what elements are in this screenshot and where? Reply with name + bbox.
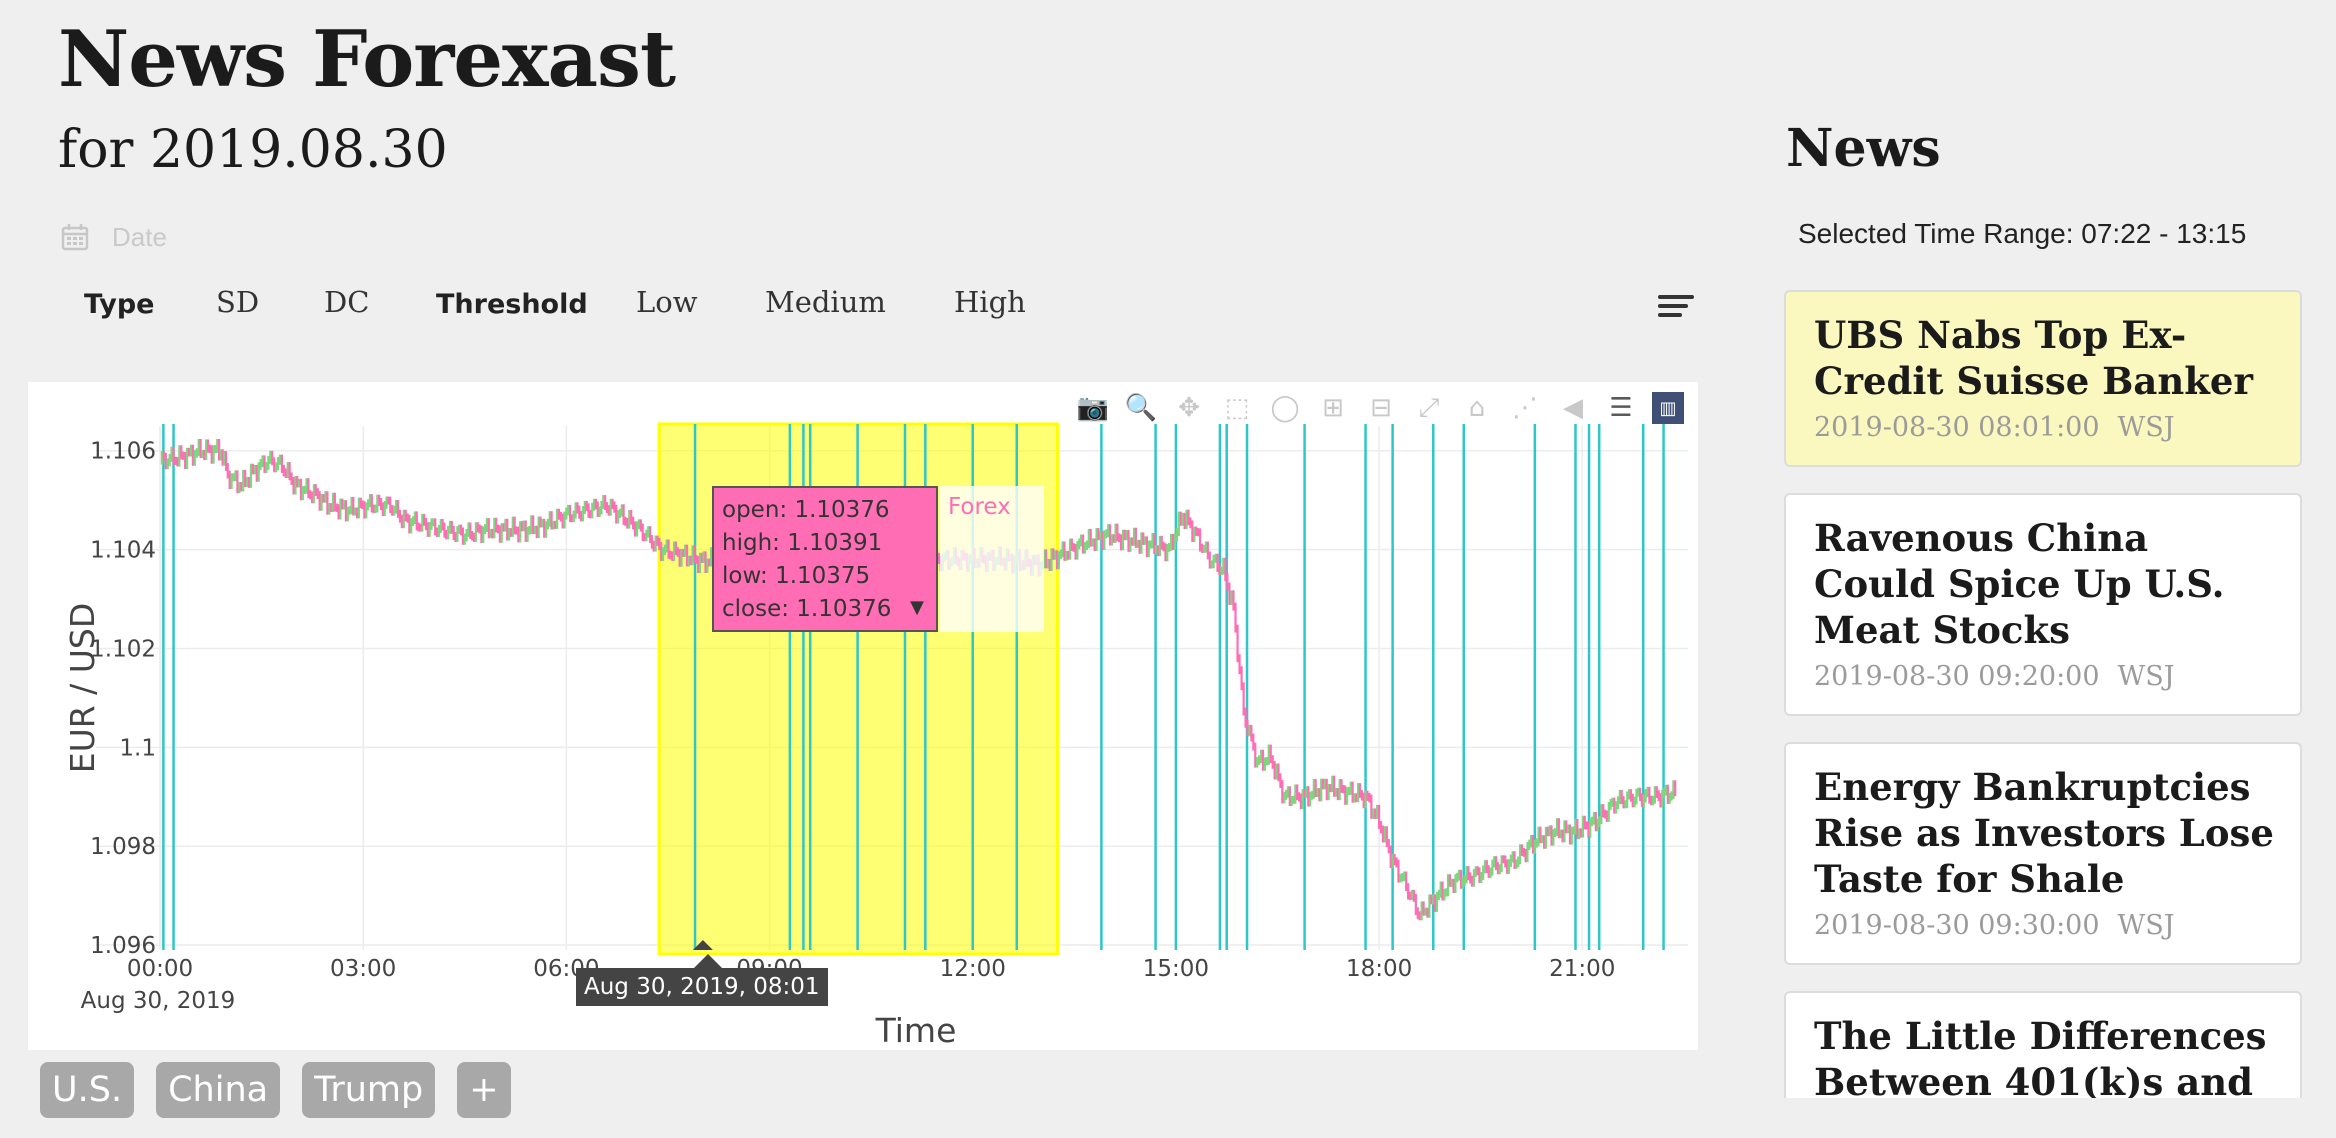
news-list[interactable]: UBS Nabs Top Ex-Credit Suisse Banker 201… bbox=[1784, 290, 2304, 1098]
filter-bar: Type SD DC Threshold Low Medium High bbox=[58, 285, 1698, 337]
filter-high[interactable]: High bbox=[954, 285, 1026, 319]
type-label: Type bbox=[84, 289, 155, 320]
x-hover-label: Aug 30, 2019, 08:01 bbox=[576, 954, 828, 1006]
reset-axes-icon[interactable]: ⌂ bbox=[1460, 391, 1494, 425]
y-tick-label: 1.106 bbox=[90, 439, 156, 465]
news-source: WSJ bbox=[2117, 910, 2175, 941]
x-axis-title: Time bbox=[875, 1011, 957, 1050]
selected-time-range: Selected Time Range: 07:22 - 13:15 bbox=[1798, 218, 2247, 249]
news-title: UBS Nabs Top Ex-Credit Suisse Banker bbox=[1814, 313, 2253, 403]
hover-low: low: 1.10375 bbox=[722, 563, 871, 589]
hover-open: open: 1.10376 bbox=[722, 497, 890, 523]
calendar-icon bbox=[61, 224, 89, 251]
tag-trump[interactable]: Trump bbox=[302, 1062, 436, 1118]
news-header: News bbox=[1786, 118, 1941, 179]
tag-list: U.S. China Trump + bbox=[40, 1062, 511, 1118]
news-source: WSJ bbox=[2117, 661, 2175, 692]
date-picker[interactable]: Date bbox=[60, 218, 167, 256]
spike-lines-icon[interactable]: ⋰ bbox=[1508, 391, 1542, 425]
lasso-select-icon[interactable]: ◯ bbox=[1268, 391, 1302, 425]
add-tag-button[interactable]: + bbox=[457, 1062, 511, 1118]
hover-closest-icon[interactable]: ◀ bbox=[1556, 391, 1590, 425]
x-tick-label: 21:00 bbox=[1549, 956, 1615, 982]
y-tick-label: 1.098 bbox=[90, 834, 156, 860]
zoom-icon[interactable]: 🔍 bbox=[1124, 391, 1158, 425]
news-meta: 2019-08-30 08:01:00 WSJ bbox=[1814, 412, 2274, 443]
chart-modebar: 📷 🔍 ✥ ⬚ ◯ ⊞ ⊟ ⤢ ⌂ ⋰ ◀ ☰ ▥ bbox=[1076, 390, 1684, 426]
hover-tooltip: open: 1.10376 high: 1.10391 low: 1.10375… bbox=[712, 486, 938, 632]
hover-high: high: 1.10391 bbox=[722, 530, 883, 556]
y-tick-label: 1.104 bbox=[90, 538, 156, 564]
news-source: WSJ bbox=[2117, 412, 2175, 443]
news-title: Ravenous China Could Spice Up U.S. Meat … bbox=[1814, 516, 2225, 652]
x-tick-label: 18:00 bbox=[1346, 956, 1412, 982]
price-chart[interactable]: 1.096 1.098 1.1 1.102 1.104 1.106 00:00 03:00 06… bbox=[28, 382, 1698, 1050]
y-axis-title: EUR / USD bbox=[63, 603, 102, 774]
zoom-out-icon[interactable]: ⊟ bbox=[1364, 391, 1398, 425]
news-meta: 2019-08-30 09:30:00 WSJ bbox=[1814, 910, 2274, 941]
hover-close: close: 1.10376 bbox=[722, 596, 892, 622]
news-card[interactable]: UBS Nabs Top Ex-Credit Suisse Banker 201… bbox=[1784, 290, 2302, 467]
plotly-logo-icon[interactable]: ▥ bbox=[1652, 392, 1684, 424]
filter-dc[interactable]: DC bbox=[324, 285, 369, 319]
x-date-label: Aug 30, 2019 bbox=[81, 988, 236, 1014]
filter-medium[interactable]: Medium bbox=[765, 285, 886, 319]
box-select-icon[interactable]: ⬚ bbox=[1220, 391, 1254, 425]
news-card[interactable]: The Little Differences Between 401(k)s a… bbox=[1784, 991, 2302, 1098]
menu-icon[interactable] bbox=[1658, 295, 1694, 321]
date-input-placeholder[interactable]: Date bbox=[112, 222, 167, 253]
down-arrow-icon: ▼ bbox=[910, 597, 924, 618]
tag-us[interactable]: U.S. bbox=[40, 1062, 135, 1118]
filter-sd[interactable]: SD bbox=[216, 285, 259, 319]
pan-icon[interactable]: ✥ bbox=[1172, 391, 1206, 425]
tag-china[interactable]: China bbox=[156, 1062, 281, 1118]
hover-series-name: Forex bbox=[940, 486, 1044, 632]
x-tick-label: 03:00 bbox=[330, 956, 396, 982]
news-time: 2019-08-30 08:01:00 bbox=[1814, 412, 2100, 443]
chart-canvas[interactable]: 1.0961.0981.11.1021.1041.10600:00 03:00 06… bbox=[28, 382, 1698, 1050]
news-card[interactable]: Energy Bankruptcies Rise as Investors Lo… bbox=[1784, 742, 2302, 965]
news-title: Energy Bankruptcies Rise as Investors Lo… bbox=[1814, 765, 2274, 901]
news-time: 2019-08-30 09:20:00 bbox=[1814, 661, 2100, 692]
y-tick-label: 1.1 bbox=[119, 735, 156, 761]
filter-low[interactable]: Low bbox=[636, 285, 698, 319]
page-title: News Forexast bbox=[58, 14, 676, 105]
camera-icon[interactable]: 📷 bbox=[1076, 391, 1110, 425]
news-title: The Little Differences Between 401(k)s a… bbox=[1814, 1014, 2267, 1098]
x-tick-label: 00:00 bbox=[127, 956, 193, 982]
hover-compare-icon[interactable]: ☰ bbox=[1604, 391, 1638, 425]
autoscale-icon[interactable]: ⤢ bbox=[1412, 391, 1446, 425]
news-meta: 2019-08-30 09:20:00 WSJ bbox=[1814, 661, 2274, 692]
zoom-in-icon[interactable]: ⊞ bbox=[1316, 391, 1350, 425]
x-tick-label: 12:00 bbox=[940, 956, 1006, 982]
x-tick-label: 15:00 bbox=[1143, 956, 1209, 982]
threshold-label: Threshold bbox=[436, 289, 588, 320]
news-time: 2019-08-30 09:30:00 bbox=[1814, 910, 2100, 941]
page-subtitle: for 2019.08.30 bbox=[58, 120, 448, 180]
news-card[interactable]: Ravenous China Could Spice Up U.S. Meat … bbox=[1784, 493, 2302, 716]
